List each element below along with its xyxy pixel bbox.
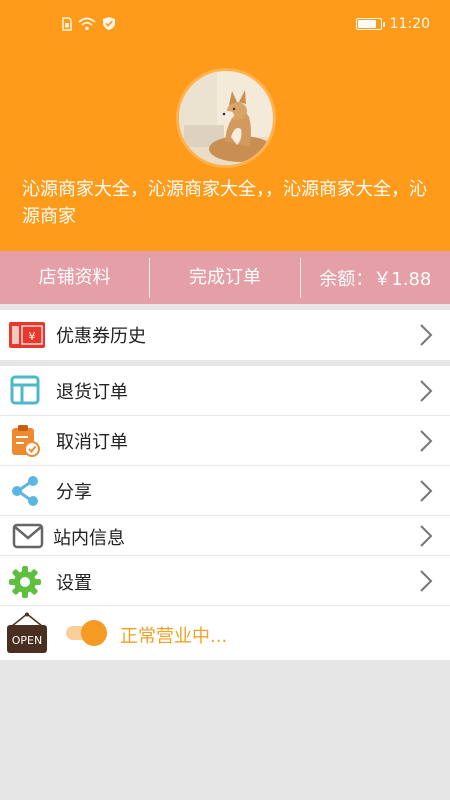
menu-item-share[interactable]: 分享 (0, 466, 450, 516)
menu-label: 分享 (56, 482, 92, 503)
dog-photo-avatar (179, 71, 273, 165)
stats-bar: 店铺资料 完成订单 余额：￥1.88 (0, 251, 450, 304)
chevron-right-icon (420, 525, 433, 547)
menu-label: 站内信息 (53, 528, 125, 549)
share-icon (12, 476, 38, 506)
mail-icon (12, 523, 44, 549)
status-time: 11:20 (389, 16, 430, 32)
chevron-right-icon (420, 570, 433, 592)
open-sign-text: OPEN (12, 634, 42, 647)
cancel-orders-icon (12, 425, 40, 457)
shop-description: 沁源商家大全，沁源商家大全，，沁源商家大全，沁源商家 (22, 179, 427, 227)
toggle-knob (81, 620, 107, 646)
open-sign-icon: OPEN (7, 612, 47, 653)
menu-label: 取消订单 (56, 432, 128, 453)
chevron-right-icon (420, 324, 433, 346)
status-left-icons (62, 16, 116, 31)
menu-item-return-orders[interactable]: 退货订单 (0, 366, 450, 416)
return-orders-icon (10, 375, 40, 405)
avatar[interactable] (176, 68, 276, 168)
battery-icon (355, 18, 385, 30)
menu-item-messages[interactable]: 站内信息 (0, 516, 450, 556)
business-status-label: 正常营业中... (120, 626, 228, 647)
status-right: 11:20 (355, 16, 430, 32)
chevron-right-icon (420, 380, 433, 402)
menu-label: 优惠券历史 (56, 326, 146, 347)
battery-fill (357, 20, 376, 28)
gear-icon (9, 566, 41, 598)
completed-orders-button[interactable]: 完成订单 (150, 257, 301, 298)
shield-check-icon (103, 17, 115, 30)
coupon-icon: ¥ (9, 322, 45, 348)
profile-header: 11:20 沁源商家大全，沁源商家大全，，沁源商家大全，沁源商家 (0, 0, 450, 251)
balance-display[interactable]: 余额：￥1.88 (301, 265, 450, 291)
wifi-icon (78, 17, 96, 30)
chevron-right-icon (420, 430, 433, 452)
menu-item-cancel-orders[interactable]: 取消订单 (0, 416, 450, 466)
sim-icon (62, 16, 72, 31)
menu-label: 退货订单 (56, 382, 128, 403)
menu-label: 设置 (56, 573, 92, 594)
menu-item-coupon-history[interactable]: ¥ 优惠券历史 (0, 310, 450, 360)
status-bar: 11:20 (0, 0, 450, 52)
svg-text:¥: ¥ (29, 330, 36, 343)
menu-item-settings[interactable]: 设置 (0, 556, 450, 606)
business-status-toggle[interactable] (66, 620, 108, 646)
chevron-right-icon (420, 480, 433, 502)
shop-info-button[interactable]: 店铺资料 (0, 257, 151, 298)
